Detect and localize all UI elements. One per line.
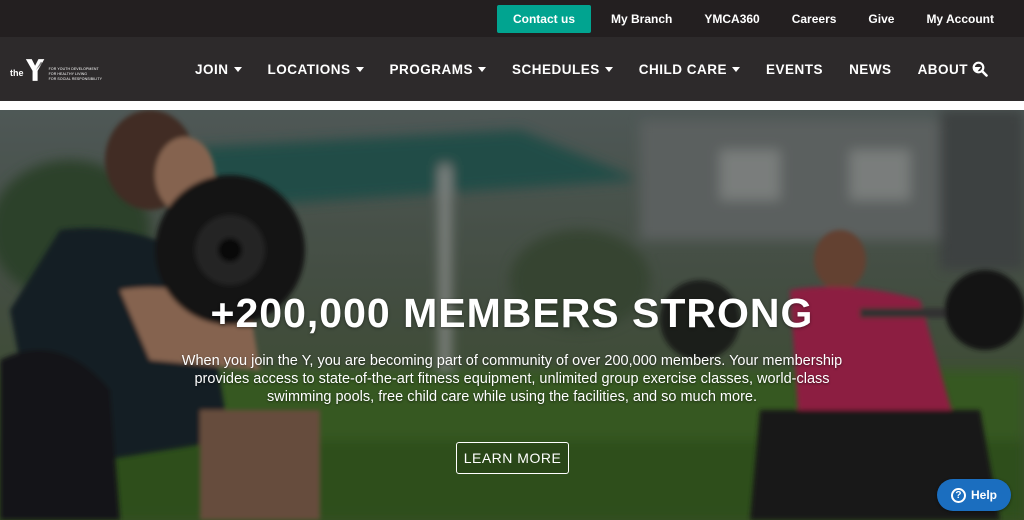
nav-item-events[interactable]: EVENTS [753, 37, 836, 101]
nav-item-news[interactable]: NEWS [836, 37, 905, 101]
nav-item-label: LOCATIONS [267, 61, 351, 77]
hero-banner: +200,000 MEMBERS STRONG When you join th… [0, 110, 1024, 520]
nav-item-label: PROGRAMS [389, 61, 474, 77]
contact-us-button[interactable]: Contact us [496, 4, 591, 33]
my-branch-link[interactable]: My Branch [595, 5, 688, 33]
give-link[interactable]: Give [852, 5, 910, 33]
caret-down-icon [732, 66, 741, 72]
utility-bar: Contact us My Branch YMCA360 Careers Giv… [0, 0, 1024, 37]
main-nav: the FOR YOUTH DEVELOPMENT FOR HEALTHY LI… [0, 37, 1024, 101]
help-button[interactable]: ? Help [937, 479, 1011, 511]
search-button[interactable] [968, 59, 992, 79]
learn-more-button[interactable]: LEARN MORE [456, 442, 569, 474]
nav-item-label: EVENTS [766, 61, 824, 77]
caret-down-icon [478, 66, 487, 72]
hero-description-line: provides access to state-of-the-art fitn… [194, 371, 830, 387]
nav-item-programs[interactable]: PROGRAMS [377, 37, 500, 101]
ymca-logo[interactable]: the FOR YOUTH DEVELOPMENT FOR HEALTHY LI… [10, 54, 102, 86]
help-label: Help [970, 488, 997, 502]
hero-title: +200,000 MEMBERS STRONG [210, 290, 814, 336]
question-circle-icon: ? [950, 487, 966, 503]
nav-item-schedules[interactable]: SCHEDULES [499, 37, 626, 101]
logo-tagline: FOR YOUTH DEVELOPMENT FOR HEALTHY LIVING… [49, 67, 102, 82]
nav-item-label: CHILD CARE [638, 61, 728, 77]
nav-item-label: JOIN [195, 61, 229, 77]
nav-item-join[interactable]: JOIN [182, 37, 255, 101]
careers-link[interactable]: Careers [776, 5, 853, 33]
search-icon [972, 61, 988, 77]
nav-divider [0, 101, 1024, 110]
logo-the-text: the [10, 68, 24, 78]
nav-item-child-care[interactable]: CHILD CARE [626, 37, 753, 101]
nav-menu: JOIN LOCATIONS PROGRAMS SCHEDULES CHILD … [182, 37, 994, 101]
logo-tagline-3: FOR SOCIAL RESPONSIBILITY [48, 76, 102, 81]
my-account-link[interactable]: My Account [910, 5, 1010, 33]
nav-item-label: NEWS [849, 61, 892, 77]
nav-item-locations[interactable]: LOCATIONS [255, 37, 377, 101]
ymca-y-icon [25, 59, 44, 81]
caret-down-icon [355, 66, 364, 72]
hero-description-line: When you join the Y, you are becoming pa… [181, 353, 843, 369]
nav-item-label: ABOUT [917, 61, 969, 77]
hero-description: When you join the Y, you are becoming pa… [150, 352, 874, 406]
caret-down-icon [233, 66, 242, 72]
hero-description-line: swimming pools, free child care while us… [267, 389, 757, 405]
nav-item-label: SCHEDULES [512, 61, 600, 77]
caret-down-icon [604, 66, 613, 72]
ymca360-link[interactable]: YMCA360 [688, 5, 775, 33]
